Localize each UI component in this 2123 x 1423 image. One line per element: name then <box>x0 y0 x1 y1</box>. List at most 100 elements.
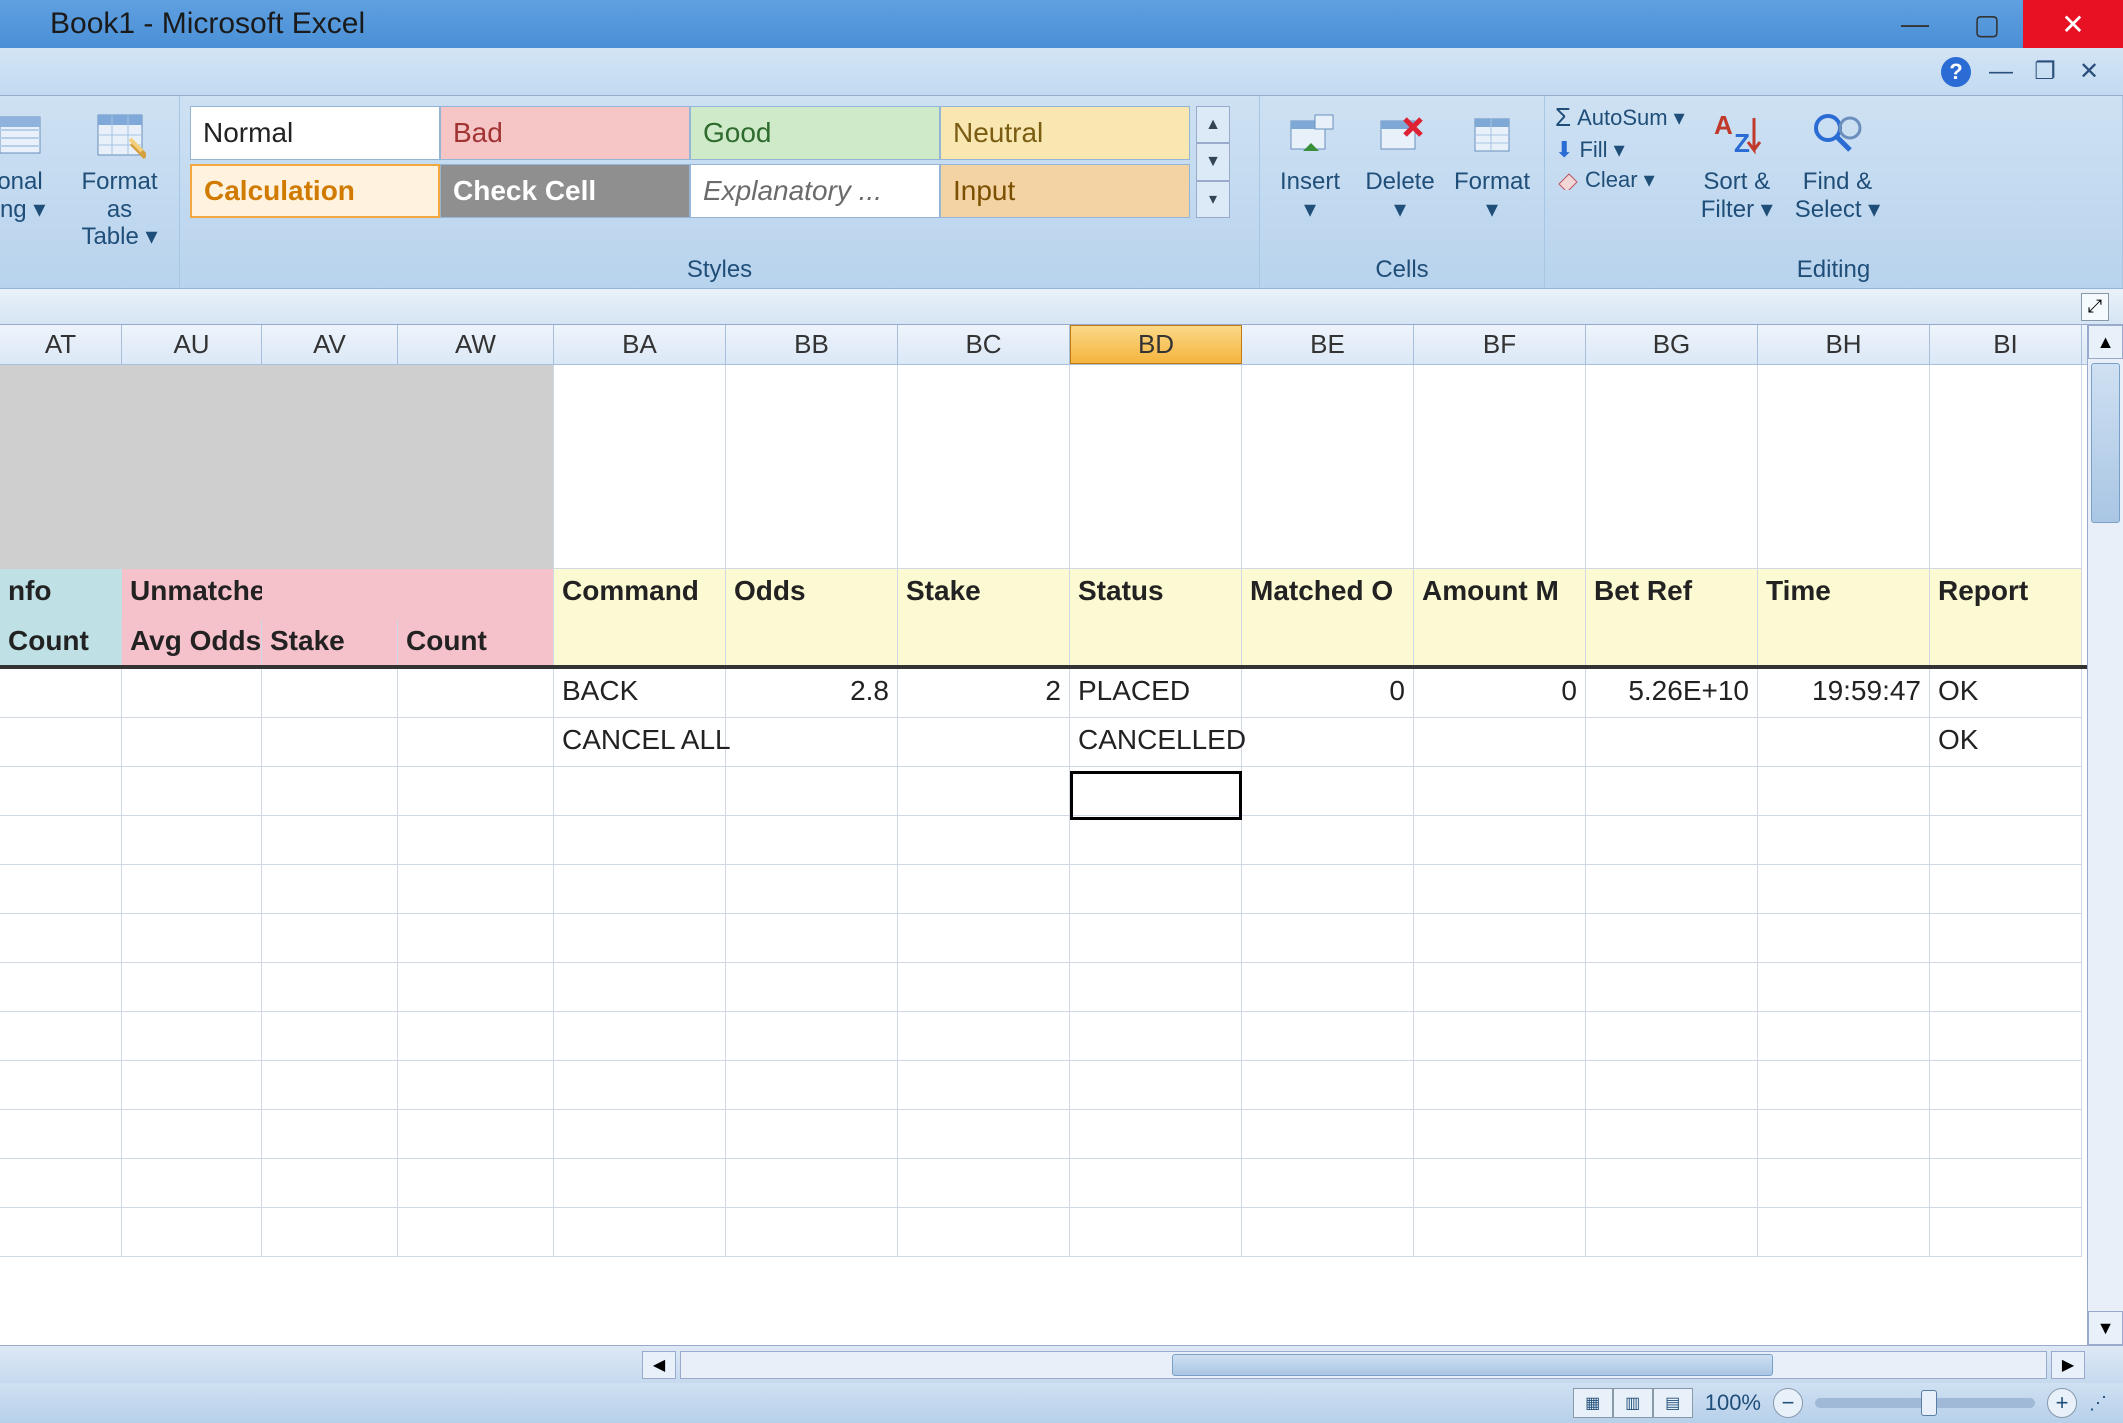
cell[interactable] <box>726 914 898 963</box>
cell[interactable] <box>1930 365 2082 569</box>
find-select-button[interactable]: Find &Select ▾ <box>1789 102 1886 227</box>
cell-command[interactable]: CANCEL ALL <box>554 718 726 767</box>
cell[interactable] <box>0 816 122 865</box>
cell[interactable] <box>262 914 398 963</box>
cell[interactable] <box>554 1208 726 1257</box>
header-stake-au[interactable]: Stake <box>262 619 398 665</box>
cell[interactable] <box>122 914 262 963</box>
cell-time[interactable]: 19:59:47 <box>1758 669 1930 718</box>
cell[interactable] <box>1758 865 1930 914</box>
cell[interactable] <box>898 767 1070 816</box>
cell[interactable] <box>726 865 898 914</box>
cell[interactable] <box>1586 365 1758 569</box>
cell[interactable] <box>122 1061 262 1110</box>
cell[interactable] <box>726 1208 898 1257</box>
cell[interactable] <box>1930 1012 2082 1061</box>
colhead-BH[interactable]: BH <box>1758 325 1930 364</box>
cell[interactable] <box>1070 914 1242 963</box>
cell[interactable] <box>122 718 262 767</box>
scroll-down-icon[interactable]: ▼ <box>2088 1311 2123 1345</box>
cell[interactable] <box>1930 1110 2082 1159</box>
cell[interactable] <box>1586 1159 1758 1208</box>
cell[interactable] <box>1758 767 1930 816</box>
cell[interactable] <box>0 718 122 767</box>
cell[interactable] <box>1070 365 1242 569</box>
cell[interactable] <box>1586 767 1758 816</box>
cell-betref[interactable]: 5.26E+10 <box>1586 669 1758 718</box>
colhead-BA[interactable]: BA <box>554 325 726 364</box>
header-stake[interactable]: Stake <box>898 569 1070 619</box>
cell-report[interactable]: OK <box>1930 718 2082 767</box>
cell[interactable] <box>1586 816 1758 865</box>
cell-stake[interactable] <box>898 718 1070 767</box>
cell[interactable] <box>726 816 898 865</box>
cell[interactable] <box>554 865 726 914</box>
zoom-out-button[interactable]: − <box>1773 1388 1803 1418</box>
colhead-BC[interactable]: BC <box>898 325 1070 364</box>
cell[interactable] <box>1930 1208 2082 1257</box>
cell[interactable] <box>1414 1208 1586 1257</box>
scroll-thumb[interactable] <box>2091 363 2120 523</box>
style-gallery[interactable]: Normal Calculation Bad Check Cell Good E… <box>190 102 1230 218</box>
scroll-track[interactable] <box>2088 359 2123 1311</box>
gallery-spinner[interactable]: ▲ ▼ ▾ <box>1196 106 1230 218</box>
cell[interactable] <box>1242 365 1414 569</box>
cell[interactable] <box>554 1012 726 1061</box>
cell[interactable] <box>398 1159 554 1208</box>
delete-button[interactable]: Delete▾ <box>1360 102 1440 227</box>
cell[interactable] <box>1070 1208 1242 1257</box>
close-button[interactable]: ✕ <box>2023 0 2123 48</box>
cell[interactable] <box>1758 963 1930 1012</box>
cell[interactable] <box>1414 1012 1586 1061</box>
cell[interactable] <box>1242 619 1414 665</box>
cell[interactable] <box>898 816 1070 865</box>
insert-button[interactable]: Insert▾ <box>1270 102 1350 227</box>
cell[interactable] <box>898 619 1070 665</box>
cell[interactable] <box>726 1012 898 1061</box>
zoom-knob[interactable] <box>1921 1390 1937 1416</box>
header-command[interactable]: Command <box>554 569 726 619</box>
maximize-button[interactable]: ▢ <box>1951 0 2023 48</box>
cell[interactable] <box>122 767 262 816</box>
colhead-BI[interactable]: BI <box>1930 325 2082 364</box>
conditional-formatting-button[interactable]: onaling ▾ <box>0 102 60 227</box>
colhead-BG[interactable]: BG <box>1586 325 1758 364</box>
cell[interactable] <box>726 619 898 665</box>
cell[interactable] <box>1414 865 1586 914</box>
clear-button[interactable]: Clear ▾ <box>1555 167 1685 193</box>
expand-formula-bar-icon[interactable]: ⤢ <box>2081 293 2109 321</box>
cell[interactable] <box>122 865 262 914</box>
cell[interactable] <box>398 1012 554 1061</box>
cell[interactable] <box>1758 365 1930 569</box>
cell[interactable] <box>398 718 554 767</box>
cell[interactable] <box>898 1159 1070 1208</box>
colhead-AW[interactable]: AW <box>398 325 554 364</box>
cell[interactable] <box>726 365 898 569</box>
cell[interactable] <box>1586 619 1758 665</box>
format-button[interactable]: Format▾ <box>1450 102 1534 227</box>
cell[interactable] <box>1586 914 1758 963</box>
header-matched[interactable]: Matched O <box>1242 569 1414 619</box>
cell-command[interactable]: BACK <box>554 669 726 718</box>
cell[interactable] <box>554 816 726 865</box>
cell[interactable] <box>398 669 554 718</box>
resize-grip-icon[interactable]: ⋰ <box>2089 1393 2107 1414</box>
cell[interactable] <box>1070 865 1242 914</box>
header-count-at[interactable]: Count <box>0 619 122 665</box>
cell[interactable] <box>0 865 122 914</box>
cell[interactable] <box>262 1110 398 1159</box>
cell[interactable] <box>262 718 398 767</box>
cell[interactable] <box>898 865 1070 914</box>
cell[interactable] <box>1414 816 1586 865</box>
cell[interactable] <box>398 767 554 816</box>
cell[interactable] <box>1414 1110 1586 1159</box>
cell[interactable] <box>726 1159 898 1208</box>
cell[interactable] <box>1070 1012 1242 1061</box>
minimize-button[interactable]: — <box>1879 0 1951 48</box>
cell[interactable] <box>1242 816 1414 865</box>
cell[interactable] <box>398 865 554 914</box>
header-betref[interactable]: Bet Ref <box>1586 569 1758 619</box>
cell[interactable] <box>1586 1208 1758 1257</box>
cell[interactable] <box>1758 914 1930 963</box>
cell[interactable] <box>1758 816 1930 865</box>
